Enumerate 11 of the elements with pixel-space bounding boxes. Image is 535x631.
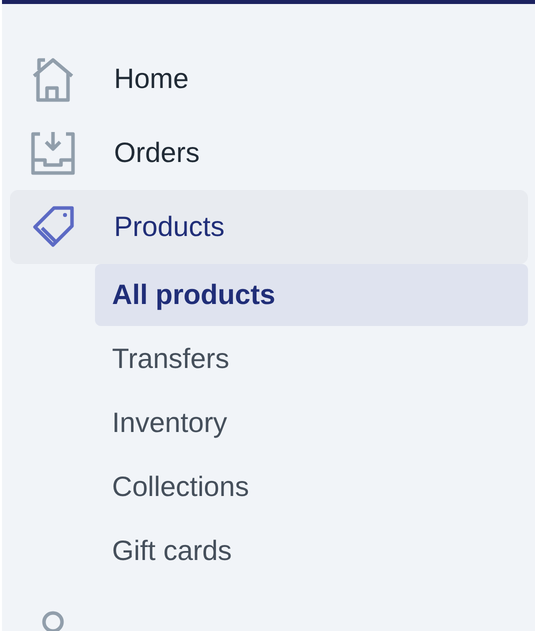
subnav-item[interactable]: Inventory [95,392,528,454]
inbox-download-icon [30,130,76,176]
subnav-item[interactable]: Transfers [95,328,528,390]
subnav-item[interactable]: Collections [95,456,528,518]
nav-item[interactable]: Home [10,42,528,116]
house-icon [30,56,76,102]
nav-item[interactable]: Orders [10,116,528,190]
subnav-item[interactable]: All products [95,264,528,326]
subnav-item[interactable]: Gift cards [95,520,528,582]
nav-item[interactable]: Products [10,190,528,264]
tag-icon [30,204,76,250]
